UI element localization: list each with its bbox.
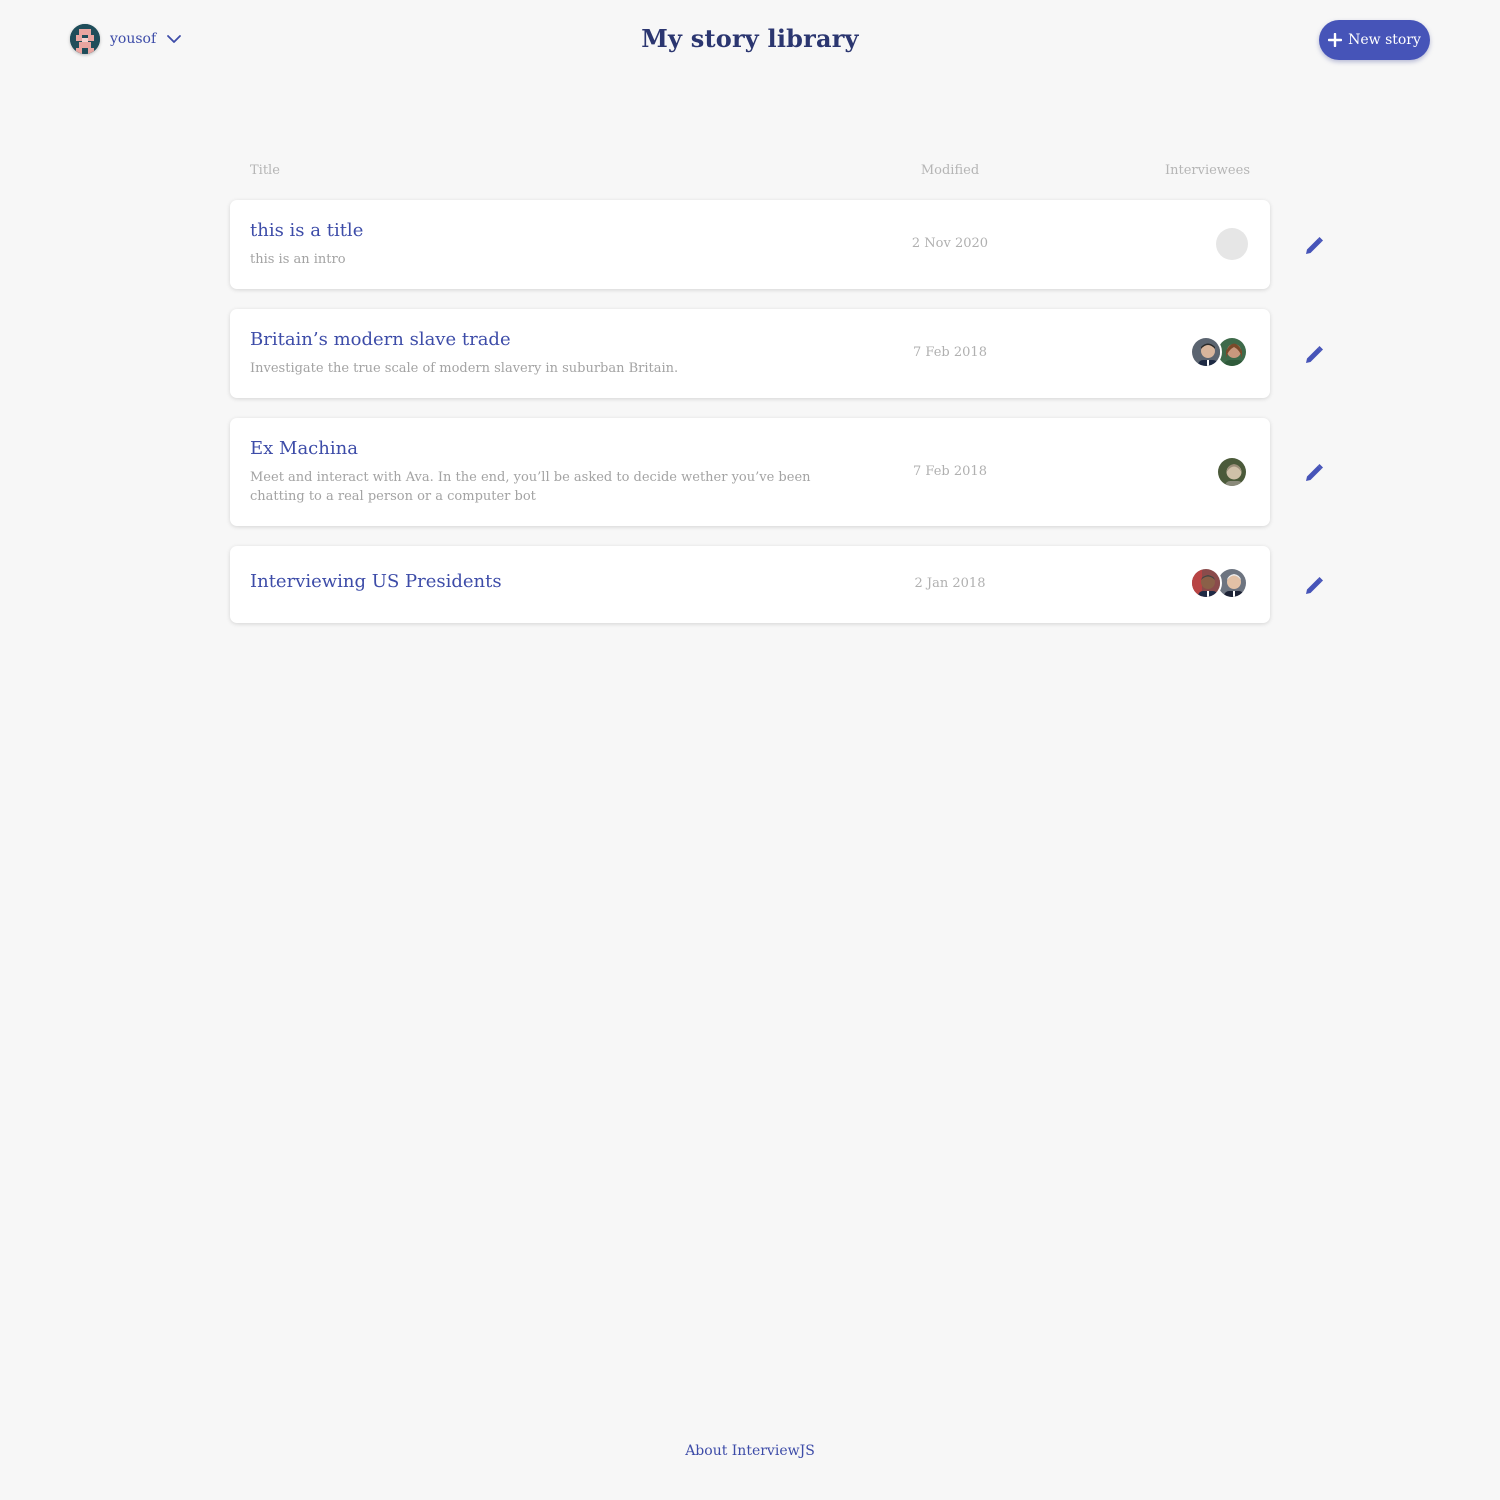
story-title[interactable]: Britain’s modern slave trade	[250, 329, 511, 350]
story-card[interactable]: Interviewing US Presidents 2 Jan 2018	[230, 546, 1270, 623]
story-title[interactable]: Interviewing US Presidents	[250, 571, 502, 592]
page-title: My story library	[641, 24, 859, 53]
story-intro: Meet and interact with Ava. In the end, …	[250, 470, 811, 504]
top-bar: yousof My story library New story	[0, 0, 1500, 90]
column-header-interviewees: Interviewees	[1164, 163, 1250, 178]
story-card[interactable]: Britain’s modern slave trade Investigate…	[230, 309, 1270, 398]
plus-icon	[1327, 32, 1343, 48]
pencil-icon	[1306, 237, 1323, 254]
interviewee-avatar	[1190, 567, 1222, 599]
story-title[interactable]: this is a title	[250, 220, 363, 241]
story-modified-date: 7 Feb 2018	[913, 345, 987, 360]
story-intro: this is an intro	[250, 252, 346, 267]
story-modified-date: 2 Jan 2018	[914, 576, 986, 591]
new-story-label: New story	[1348, 32, 1421, 48]
edit-story-button[interactable]	[1303, 344, 1325, 366]
column-header-title: Title	[250, 163, 280, 178]
story-card[interactable]: this is a title this is an intro 2 Nov 2…	[230, 200, 1270, 289]
interviewee-avatars	[1216, 228, 1248, 260]
interviewee-avatars	[1216, 456, 1248, 488]
story-modified-date: 2 Nov 2020	[911, 236, 989, 251]
pencil-icon	[1306, 577, 1323, 594]
story-card[interactable]: Ex Machina Meet and interact with Ava. I…	[230, 418, 1270, 526]
edit-story-button[interactable]	[1303, 235, 1325, 257]
edit-story-button[interactable]	[1303, 575, 1325, 597]
pencil-icon	[1306, 346, 1323, 363]
about-link[interactable]: About InterviewJS	[0, 1443, 1500, 1459]
new-story-button[interactable]: New story	[1319, 20, 1430, 60]
interviewee-avatar	[1216, 456, 1248, 488]
pencil-icon	[1306, 464, 1323, 481]
edit-story-button[interactable]	[1303, 462, 1325, 484]
interviewee-avatar	[1190, 336, 1222, 368]
story-title[interactable]: Ex Machina	[250, 438, 358, 459]
story-intro: Investigate the true scale of modern sla…	[250, 361, 679, 376]
column-header-modified: Modified	[920, 163, 980, 178]
interviewee-avatars	[1190, 336, 1248, 368]
interviewee-avatar-placeholder	[1216, 228, 1248, 260]
interviewee-avatars	[1190, 567, 1248, 599]
story-modified-date: 7 Feb 2018	[913, 464, 987, 479]
